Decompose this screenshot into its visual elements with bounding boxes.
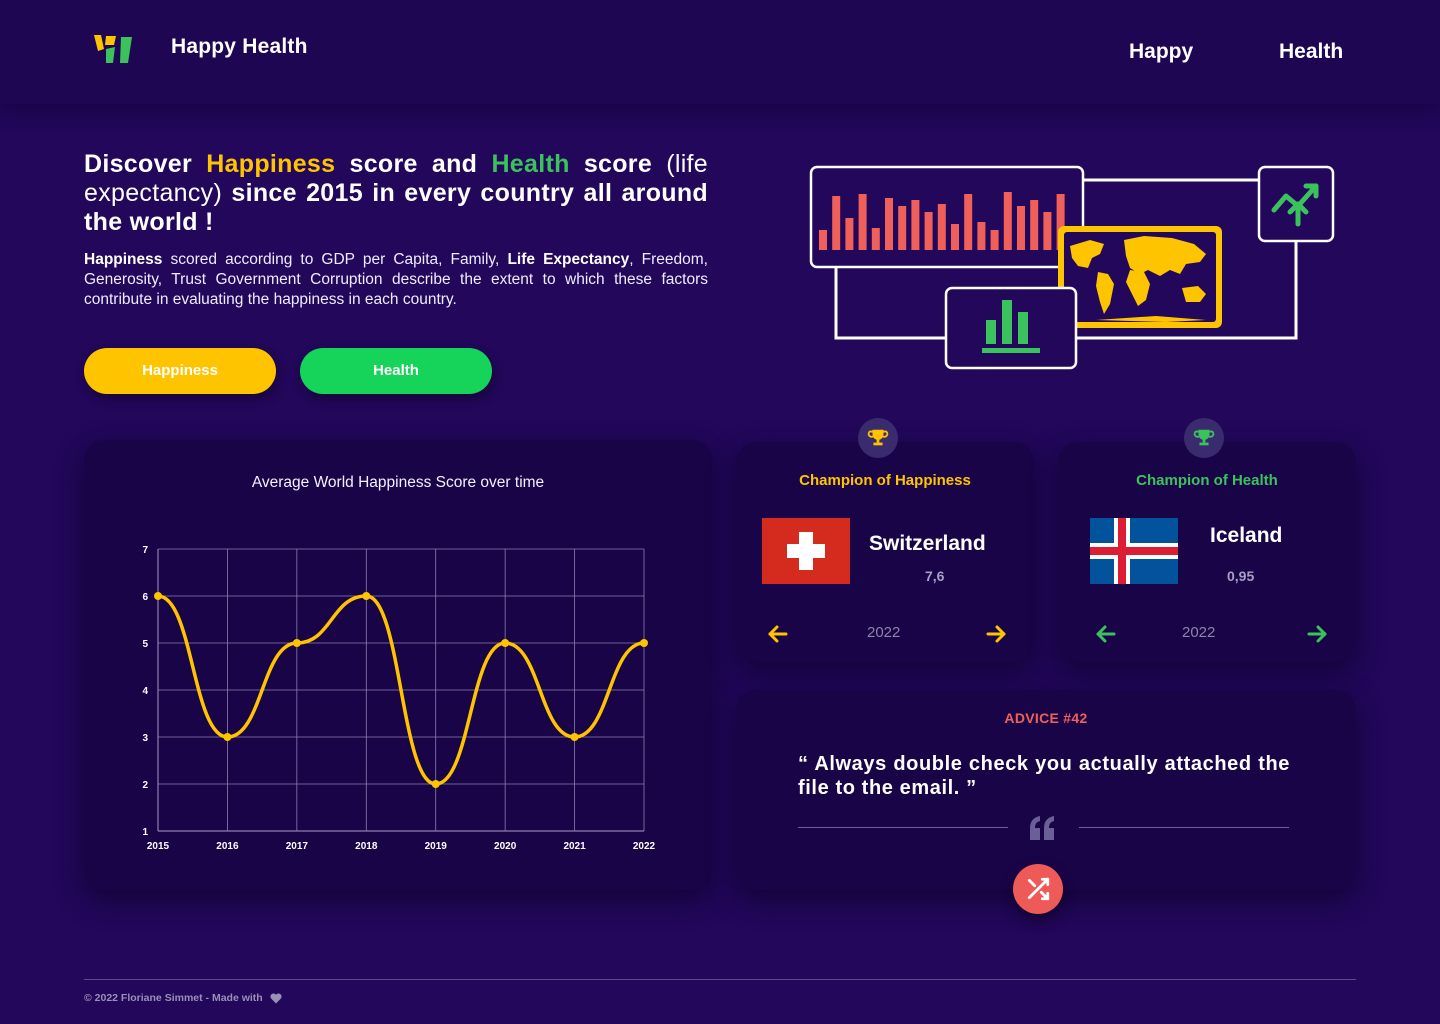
x-tick-label: 2017 bbox=[286, 841, 309, 852]
champion-health-country: Iceland bbox=[1210, 524, 1283, 547]
hero-title-text: score bbox=[569, 150, 667, 178]
champion-happiness-card: Champion of Happiness Switzerland 7,6 20… bbox=[736, 442, 1034, 662]
footer: © 2022 Floriane Simmet - Made with bbox=[84, 992, 283, 1004]
illustration-bar bbox=[1003, 192, 1012, 250]
x-tick-label: 2015 bbox=[147, 841, 170, 852]
divider bbox=[1079, 827, 1289, 828]
data-point[interactable] bbox=[223, 733, 232, 741]
heart-icon bbox=[270, 993, 282, 1004]
y-tick-label: 3 bbox=[142, 733, 148, 744]
arrow-right-icon[interactable] bbox=[1305, 622, 1329, 646]
footer-text: © 2022 Floriane Simmet - Made with bbox=[84, 992, 263, 1004]
champion-happiness-score: 7,6 bbox=[925, 568, 945, 584]
y-tick-label: 7 bbox=[142, 545, 148, 556]
illustration-bar bbox=[951, 224, 959, 250]
line-chart: 1 2 3 4 5 6 7 2015 2016 2017 2018 2019 2020 2021 2022 bbox=[142, 545, 656, 852]
y-tick-label: 4 bbox=[142, 686, 148, 697]
happiness-chart-card: Average World Happiness Score over time … bbox=[84, 440, 712, 890]
data-point[interactable] bbox=[640, 639, 648, 647]
top-header: Happy Health Happy Health bbox=[0, 0, 1440, 104]
y-tick-label: 6 bbox=[142, 592, 148, 603]
iceland-flag bbox=[1090, 518, 1178, 584]
illustration-bar bbox=[937, 204, 946, 250]
trophy-happiness-icon bbox=[858, 418, 898, 458]
x-tick-label: 2022 bbox=[633, 841, 656, 852]
hero-title-health: Health bbox=[491, 150, 570, 178]
health-button[interactable]: Health bbox=[300, 348, 492, 394]
data-point[interactable] bbox=[292, 639, 301, 647]
shuffle-icon bbox=[1027, 877, 1050, 901]
x-tick-label: 2020 bbox=[494, 841, 517, 852]
hero-desc-bold: Life Expectancy bbox=[507, 251, 630, 268]
x-tick-label: 2018 bbox=[355, 841, 378, 852]
data-point[interactable] bbox=[362, 592, 371, 600]
illustration-bar bbox=[832, 196, 841, 250]
arrow-right-icon[interactable] bbox=[984, 622, 1008, 646]
y-tick-label: 1 bbox=[142, 827, 148, 838]
illustration-bar bbox=[898, 206, 907, 250]
hero-title-text: score and bbox=[335, 150, 492, 178]
illustration-bar bbox=[845, 218, 854, 250]
nav-health-link[interactable]: Health bbox=[1279, 40, 1343, 64]
divider bbox=[798, 827, 1008, 828]
illustration-bar bbox=[871, 228, 880, 250]
switzerland-flag bbox=[762, 518, 850, 584]
happiness-button[interactable]: Happiness bbox=[84, 348, 276, 394]
advice-quote: “ Always double check you actually attac… bbox=[798, 753, 1290, 799]
illustration-bar bbox=[911, 200, 920, 250]
illustration-bar bbox=[858, 194, 867, 250]
nav-happy-link[interactable]: Happy bbox=[1129, 40, 1193, 64]
advice-label: ADVICE #42 bbox=[1004, 710, 1088, 726]
illustration-bar bbox=[924, 212, 933, 250]
dashboard-illustration bbox=[809, 165, 1335, 370]
hero-title-happiness: Happiness bbox=[206, 150, 336, 178]
advice-card: ADVICE #42 “ Always double check you act… bbox=[736, 690, 1356, 890]
data-point[interactable] bbox=[501, 639, 510, 647]
hero-desc-text: scored according to GDP per Capita, Fami… bbox=[162, 251, 508, 268]
illustration-bar bbox=[977, 222, 986, 250]
hero-desc-bold: Happiness bbox=[84, 251, 163, 268]
hero-title-text: Discover bbox=[84, 150, 207, 178]
quote-icon bbox=[1030, 816, 1054, 840]
trophy-health-icon bbox=[1184, 418, 1224, 458]
illustration-bar bbox=[1017, 206, 1025, 250]
hero-description: Happiness scored according to GDP per Ca… bbox=[84, 250, 708, 310]
champion-happiness-label: Champion of Happiness bbox=[799, 472, 971, 489]
data-point[interactable] bbox=[431, 780, 440, 788]
x-tick-label: 2019 bbox=[425, 841, 448, 852]
illustration-bar bbox=[990, 230, 999, 250]
illustration-bar bbox=[1030, 200, 1039, 250]
data-point[interactable] bbox=[570, 733, 579, 741]
arrow-left-icon[interactable] bbox=[1094, 622, 1118, 646]
champion-happiness-year: 2022 bbox=[867, 624, 901, 641]
happy-health-logo bbox=[94, 35, 132, 63]
champion-health-score: 0,95 bbox=[1227, 568, 1255, 584]
x-tick-label: 2021 bbox=[563, 841, 586, 852]
champion-health-card: Champion of Health Iceland 0,95 2022 bbox=[1058, 442, 1356, 662]
illustration-bar bbox=[885, 198, 893, 250]
data-point[interactable] bbox=[154, 592, 162, 600]
illustration-bar bbox=[819, 230, 827, 250]
champion-health-label: Champion of Health bbox=[1136, 472, 1278, 489]
illustration-bar bbox=[964, 194, 973, 250]
brand-name[interactable]: Happy Health bbox=[171, 35, 308, 59]
footer-divider bbox=[84, 979, 1356, 980]
y-tick-label: 5 bbox=[142, 639, 148, 650]
illustration-bar bbox=[1043, 212, 1052, 250]
shuffle-button[interactable] bbox=[1013, 864, 1063, 914]
x-tick-label: 2016 bbox=[216, 841, 239, 852]
arrow-left-icon[interactable] bbox=[766, 622, 790, 646]
hero-title: Discover Happiness score and Health scor… bbox=[84, 150, 708, 237]
champion-health-year: 2022 bbox=[1182, 624, 1216, 641]
y-tick-label: 2 bbox=[142, 780, 148, 791]
champion-happiness-country: Switzerland bbox=[869, 532, 986, 555]
